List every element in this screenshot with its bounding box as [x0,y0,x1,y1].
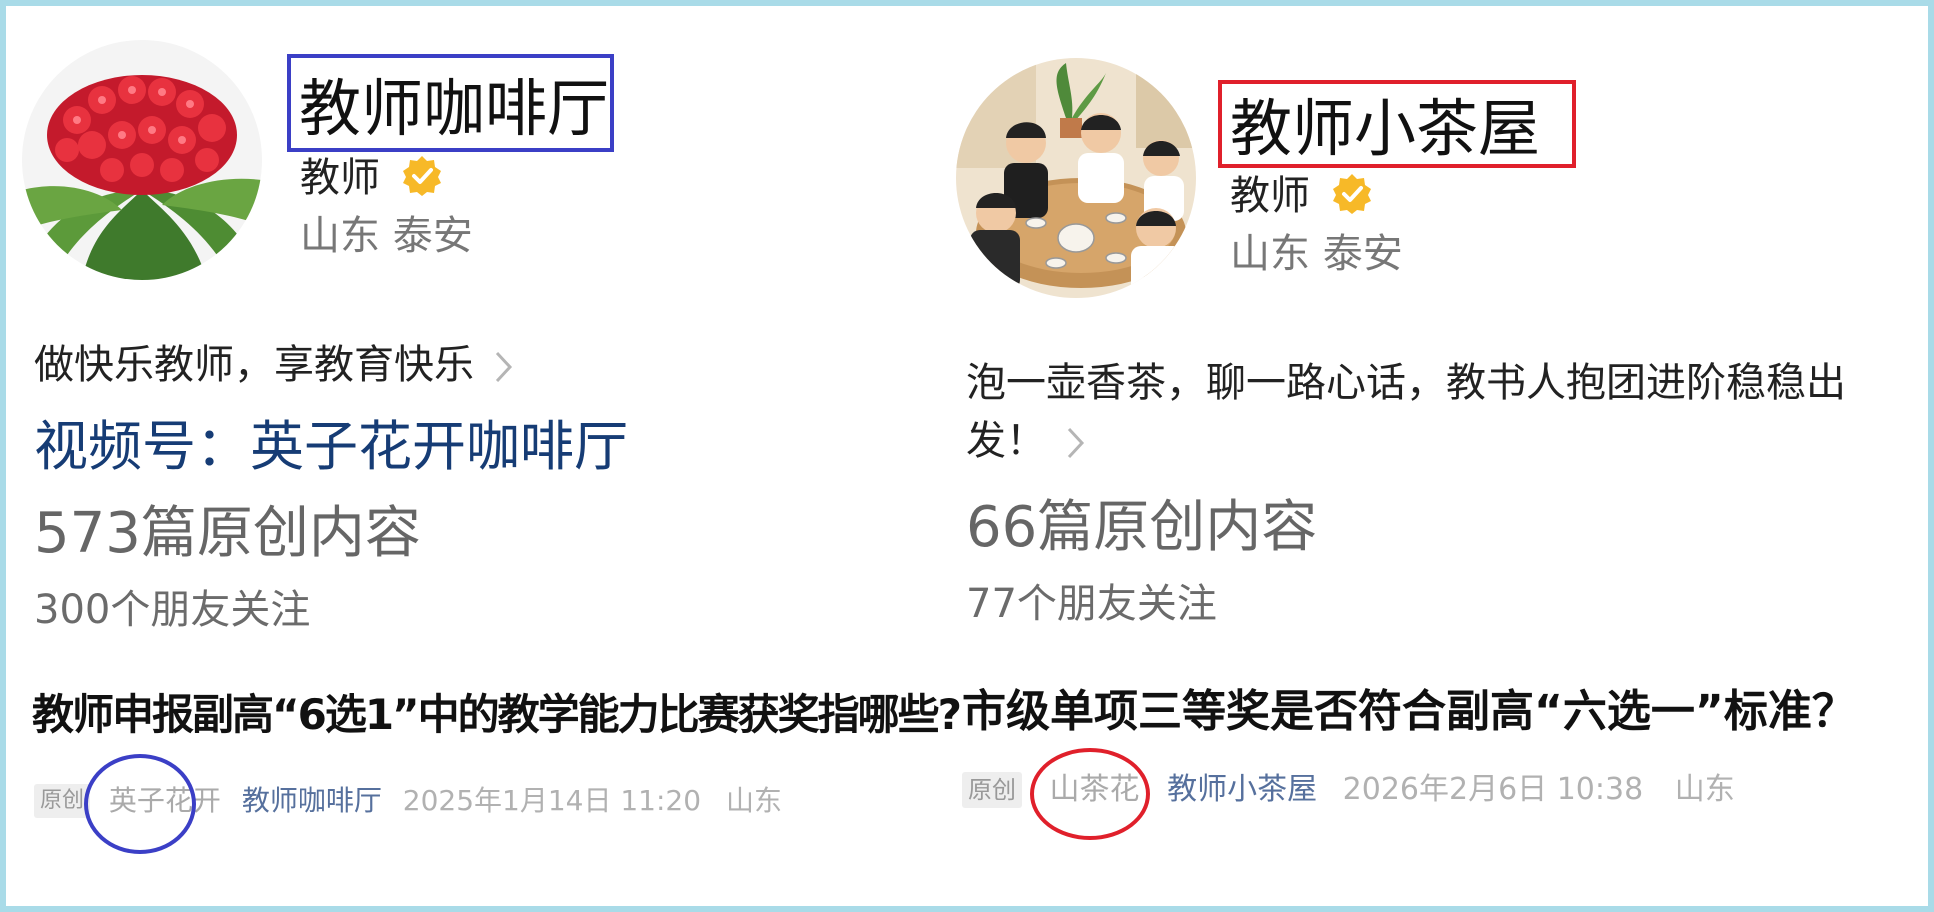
account-location: 山东 泰安 [1230,231,1403,277]
article-account-link[interactable]: 教师小茶屋 [1167,775,1317,805]
author-highlight-circle [1030,748,1150,840]
chevron-right-icon [495,351,513,383]
right-profile-card: 教师小茶屋 教师 山东 泰安 泡一壶香茶，聊一路心话，教书人抱团进阶稳稳出发！ … [956,6,1934,906]
friends-following-count: 77个朋友关注 [966,581,1217,627]
original-badge: 原创 [34,784,91,818]
article-account-link[interactable]: 教师咖啡厅 [242,787,382,815]
left-profile-card: 教师咖啡厅 教师 山东 泰安 做快乐教师，享教育快乐 视频号：英子花开咖啡厅 5… [12,6,962,906]
account-location: 山东 泰安 [300,213,473,259]
article-title[interactable]: 市级单项三等奖是否符合副高“六选一”标准？ [962,690,1856,734]
bio-text: 泡一壶香茶，聊一路心话，教书人抱团进阶稳稳出发！ [966,360,1846,464]
comparison-frame: 教师咖啡厅 教师 山东 泰安 做快乐教师，享教育快乐 视频号：英子花开咖啡厅 5… [0,0,1934,912]
avatar[interactable] [956,58,1196,298]
verified-badge-icon [403,156,441,196]
original-content-count[interactable]: 573篇原创内容 [34,506,421,562]
account-bio[interactable]: 泡一壶香茶，聊一路心话，教书人抱团进阶稳稳出发！ [966,354,1916,470]
account-name: 教师小茶屋 [1230,92,1541,165]
original-content-count[interactable]: 66篇原创内容 [966,500,1317,556]
red-flower-photo-icon [22,40,262,280]
account-role: 教师 [1230,173,1310,219]
account-role: 教师 [300,155,380,201]
article-date: 2026年2月6日 10:38 [1342,772,1644,807]
article-title[interactable]: 教师申报副高“6选1”中的教学能力比赛获奖指哪些? [32,694,962,736]
account-name: 教师咖啡厅 [299,72,610,145]
avatar[interactable] [22,40,262,280]
article-region: 山东 [1674,772,1735,807]
account-bio[interactable]: 做快乐教师，享教育快乐 [34,336,934,394]
original-badge: 原创 [962,772,1022,808]
friends-following-count: 300个朋友关注 [34,587,311,633]
teachers-tea-illustration-icon [956,58,1196,298]
author-highlight-circle [84,754,196,854]
video-channel-link[interactable]: 视频号：英子花开咖啡厅 [34,420,628,474]
article-date: 2025年1月14日 11:20 [402,784,702,817]
verified-badge-icon [1333,174,1371,214]
bio-text: 做快乐教师，享教育快乐 [34,342,474,388]
article-region: 山东 [725,784,782,817]
chevron-right-icon [1067,427,1085,459]
